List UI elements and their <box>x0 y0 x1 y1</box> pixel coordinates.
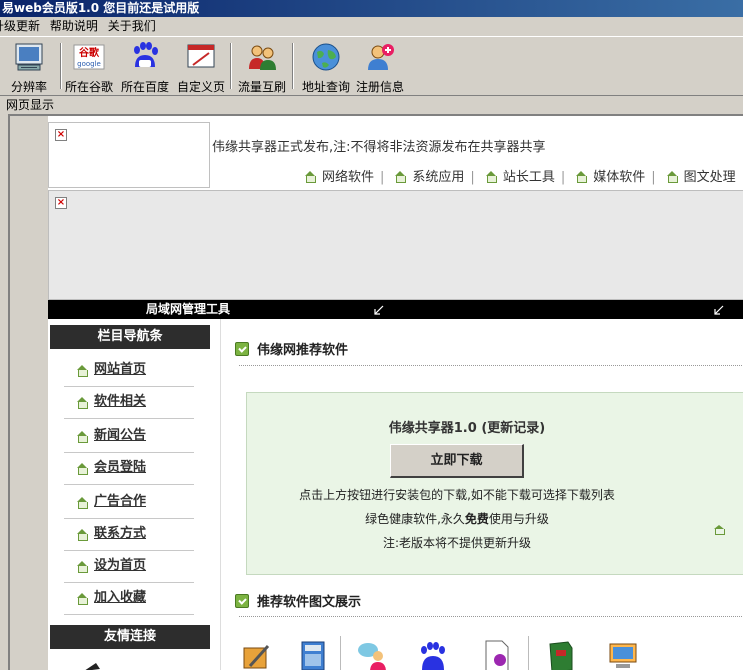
web-view[interactable]: × 伟缘共享器正式发布,注:不得将非法资源发布在共享器共享 网络软件 | 系统应用 |… <box>8 114 743 670</box>
google-badge-top: 谷歌 <box>79 46 100 59</box>
home-icon <box>304 171 316 183</box>
broken-image-icon: × <box>55 197 67 209</box>
home-icon <box>76 593 88 605</box>
column-nav-heading: 栏目导航条 <box>50 325 210 349</box>
home-icon <box>76 529 88 541</box>
broken-banner-image: × <box>48 190 743 300</box>
check-icon <box>235 594 249 608</box>
baidu-button[interactable]: 所在百度 <box>116 41 174 94</box>
globe-icon <box>312 43 340 71</box>
recommended-software-title: 伟缘网推荐软件 <box>235 339 348 358</box>
friend-link-logo-icon <box>85 663 100 670</box>
site-notice: 伟缘共享器正式发布,注:不得将非法资源发布在共享器共享 <box>212 140 546 155</box>
home-icon <box>76 463 88 475</box>
nav-image-processing[interactable]: 图文处理 <box>662 166 736 185</box>
category-nav: 网络软件 | 系统应用 | 站长工具 | 媒体软件 | 图文处理 <box>300 166 736 185</box>
left-nav-software[interactable]: 软件相关 <box>64 387 194 419</box>
nav-system-apps[interactable]: 系统应用 <box>390 166 464 185</box>
home-icon <box>714 525 725 535</box>
home-icon <box>76 365 88 377</box>
menu-help[interactable]: 帮助说明 <box>50 19 98 33</box>
window-title: 易web会员版1.0 您目前还是试用版 <box>0 0 743 17</box>
home-icon <box>76 561 88 573</box>
download-title[interactable]: 伟缘共享器1.0 (更新记录) <box>247 417 687 436</box>
old-version-note: 注:老版本将不提供更新升级 <box>382 536 532 550</box>
calculator-icon[interactable] <box>296 638 330 670</box>
left-nav-home[interactable]: 网站首页 <box>64 355 194 387</box>
resize-arrow-icon <box>374 305 384 315</box>
left-sidebar: 栏目导航条 网站首页 软件相关 新闻公告 会员登陆 广告合作 联系方式 设为首页… <box>48 319 213 670</box>
menu-bar: 升级更新 帮助说明 关于我们 <box>0 17 743 36</box>
software-showcase-title: 推荐软件图文展示 <box>235 591 361 610</box>
menu-update[interactable]: 升级更新 <box>0 19 40 33</box>
document-icon[interactable] <box>480 638 514 670</box>
free-software-line: 绿色健康软件,永久免费使用与升级 <box>365 512 549 526</box>
home-icon <box>76 497 88 509</box>
left-nav-favorites[interactable]: 加入收藏 <box>64 583 194 615</box>
monitor-icon[interactable] <box>606 638 640 670</box>
tools-icon[interactable] <box>240 638 274 670</box>
left-nav-ads[interactable]: 广告合作 <box>64 487 194 519</box>
home-icon <box>666 171 678 183</box>
book-icon[interactable] <box>544 638 578 670</box>
google-icon: 谷歌 google <box>73 44 105 70</box>
black-title-bar: 局域网管理工具 <box>48 300 743 319</box>
custom-page-button[interactable]: 自定义页 <box>172 41 230 94</box>
broken-image-icon: × <box>55 129 67 141</box>
baidu-icon <box>134 42 158 67</box>
friend-links-heading: 友情连接 <box>50 625 210 649</box>
page-display-label: 网页显示 <box>6 98 55 112</box>
download-instructions: 点击上方按钮进行安装包的下载,如不能下载可选择下载列表 <box>299 488 615 502</box>
resolution-button[interactable]: 分辨率 <box>0 41 58 94</box>
google-badge-bottom: google <box>77 60 101 68</box>
broken-logo-image: × <box>48 122 210 188</box>
home-icon <box>485 171 497 183</box>
left-nav-set-homepage[interactable]: 设为首页 <box>64 551 194 583</box>
monitor-icon <box>15 43 43 71</box>
check-icon <box>235 342 249 356</box>
lan-tools-title: 局域网管理工具 <box>146 302 231 316</box>
divider <box>239 616 743 617</box>
home-icon <box>575 171 588 183</box>
chat-user-icon[interactable] <box>356 638 390 670</box>
traffic-users-icon <box>249 45 276 70</box>
download-now-button[interactable]: 立即下载 <box>390 444 524 478</box>
nav-media-software[interactable]: 媒体软件 <box>571 166 645 185</box>
register-info-button[interactable]: 注册信息 <box>351 41 409 94</box>
toolbar-separator <box>292 43 294 89</box>
left-gutter <box>10 116 48 670</box>
download-box: 伟缘共享器1.0 (更新记录) 立即下载 点击上方按钮进行安装包的下载,如不能下… <box>246 392 743 575</box>
left-nav-contact[interactable]: 联系方式 <box>64 519 194 551</box>
icon-separator <box>340 636 341 670</box>
nav-webmaster-tools[interactable]: 站长工具 <box>481 166 555 185</box>
register-user-icon <box>368 44 394 70</box>
left-nav-login[interactable]: 会员登陆 <box>64 453 194 485</box>
icon-separator <box>528 636 529 670</box>
toolbar-separator <box>230 43 232 89</box>
home-icon <box>394 171 407 183</box>
home-icon <box>76 431 88 443</box>
custom-page-icon <box>187 44 215 68</box>
menu-about[interactable]: 关于我们 <box>108 19 156 33</box>
software-icon-row <box>240 634 743 670</box>
main-panel: 伟缘网推荐软件 伟缘共享器1.0 (更新记录) 立即下载 点击上方按钮进行安装包… <box>220 319 743 670</box>
home-icon <box>76 397 88 409</box>
baidu-icon[interactable] <box>416 638 450 670</box>
address-query-button[interactable]: 地址查询 <box>297 41 355 94</box>
divider <box>239 365 743 366</box>
resize-arrow-icon <box>714 305 724 315</box>
left-nav-news[interactable]: 新闻公告 <box>64 421 194 453</box>
nav-network-software[interactable]: 网络软件 <box>300 166 374 185</box>
traffic-button[interactable]: 流量互刷 <box>233 41 291 94</box>
toolbar: 分辨率 谷歌 google 所在谷歌 所在百度 自定义页 流量互刷 地址查询 注… <box>0 36 743 96</box>
google-button[interactable]: 谷歌 google 所在谷歌 <box>60 41 118 94</box>
